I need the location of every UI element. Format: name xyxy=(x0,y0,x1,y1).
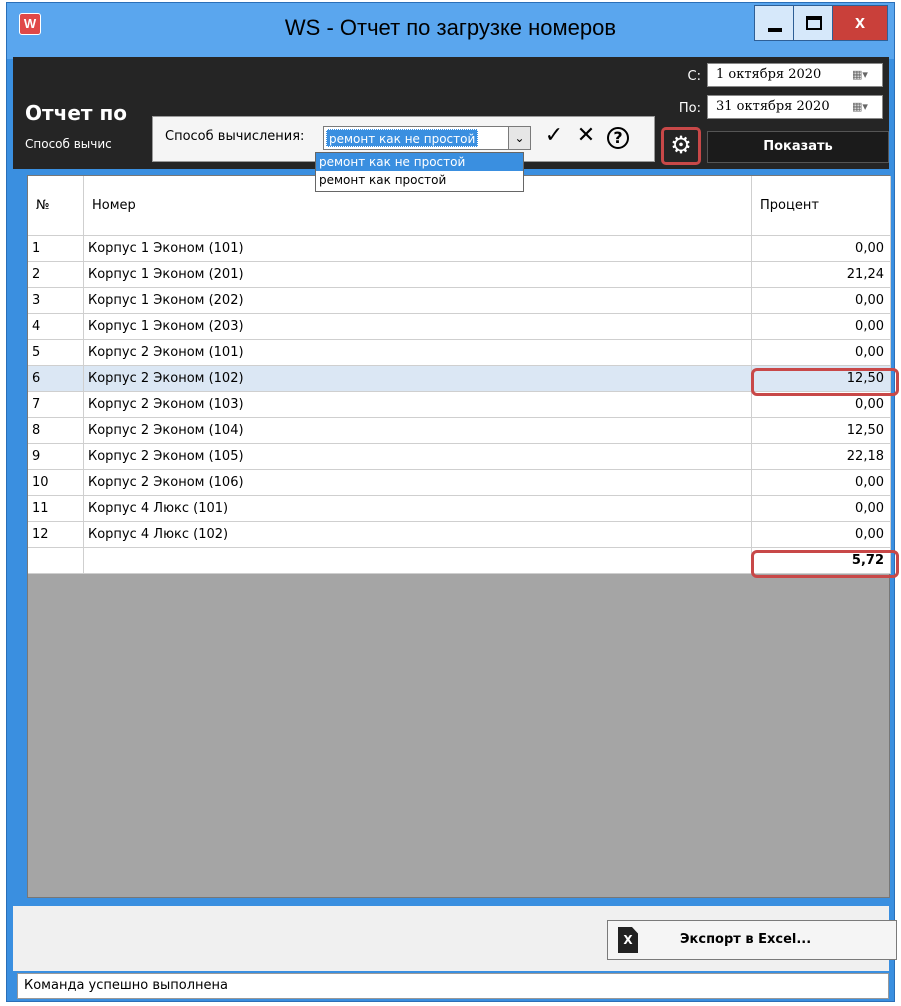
calendar-icon[interactable]: ▦▾ xyxy=(852,67,878,83)
room-name: Корпус 2 Эконом (103) xyxy=(84,392,752,418)
maximize-button[interactable] xyxy=(793,5,833,41)
from-date-label: С: xyxy=(687,69,701,84)
row-number: 6 xyxy=(28,366,84,392)
percent-value: 0,00 xyxy=(752,470,891,496)
room-name: Корпус 2 Эконом (102) xyxy=(84,366,752,392)
help-icon[interactable]: ? xyxy=(607,127,629,149)
calc-method-select[interactable]: ремонт как не простой ⌄ xyxy=(323,126,531,150)
to-date-field[interactable]: 31 октября 2020 ▦▾ xyxy=(707,95,883,119)
percent-value: 0,00 xyxy=(752,522,891,548)
room-name: Корпус 4 Люкс (102) xyxy=(84,522,752,548)
row-number: 8 xyxy=(28,418,84,444)
column-header-number[interactable]: № xyxy=(28,176,84,236)
to-date-label: По: xyxy=(678,101,701,116)
bottom-toolbar: X Экспорт в Excel... xyxy=(13,903,897,971)
percent-value: 12,50 xyxy=(752,418,891,444)
total-label-empty xyxy=(84,548,752,574)
percent-value: 0,00 xyxy=(752,496,891,522)
percent-value: 0,00 xyxy=(752,340,891,366)
table-row[interactable]: 3 Корпус 1 Эконом (202) 0,00 xyxy=(28,288,891,314)
table-row[interactable]: 4 Корпус 1 Эконом (203) 0,00 xyxy=(28,314,891,340)
row-number: 4 xyxy=(28,314,84,340)
row-number: 11 xyxy=(28,496,84,522)
show-button[interactable]: Показать xyxy=(707,131,889,163)
title-bar[interactable]: W WS - Отчет по загрузке номеров x xyxy=(7,3,894,59)
calc-method-label: Способ вычисления: xyxy=(165,129,305,144)
report-table: № Номер Процент 1 Корпус 1 Эконом (101) 0,… xyxy=(27,175,891,898)
export-excel-button[interactable]: X Экспорт в Excel... xyxy=(607,920,897,960)
to-date-value: 31 октября 2020 xyxy=(716,99,830,114)
export-excel-label: Экспорт в Excel... xyxy=(680,932,812,947)
percent-value: 0,00 xyxy=(752,314,891,340)
percent-value: 22,18 xyxy=(752,444,891,470)
calc-method-selected: ремонт как не простой xyxy=(326,129,479,147)
table-row[interactable]: 1 Корпус 1 Эконом (101) 0,00 xyxy=(28,236,891,262)
room-name: Корпус 1 Эконом (101) xyxy=(84,236,752,262)
report-title: Отчет по xyxy=(25,101,128,125)
row-number: 5 xyxy=(28,340,84,366)
cancel-icon[interactable]: ✕ xyxy=(573,123,599,148)
close-button[interactable]: x xyxy=(832,5,888,41)
highlight-frame-row6 xyxy=(751,368,899,396)
row-number: 10 xyxy=(28,470,84,496)
percent-value: 21,24 xyxy=(752,262,891,288)
table-row[interactable]: 10 Корпус 2 Эконом (106) 0,00 xyxy=(28,470,891,496)
settings-gear-button[interactable]: ⚙ xyxy=(661,127,701,165)
from-date-value: 1 октября 2020 xyxy=(716,67,822,82)
room-name: Корпус 2 Эконом (106) xyxy=(84,470,752,496)
table-row[interactable]: 2 Корпус 1 Эконом (201) 21,24 xyxy=(28,262,891,288)
room-name: Корпус 1 Эконом (201) xyxy=(84,262,752,288)
row-number: 3 xyxy=(28,288,84,314)
dropdown-option[interactable]: ремонт как простой xyxy=(316,171,523,189)
table-row[interactable]: 5 Корпус 2 Эконом (101) 0,00 xyxy=(28,340,891,366)
minimize-icon xyxy=(768,28,782,32)
row-number: 2 xyxy=(28,262,84,288)
row-number: 12 xyxy=(28,522,84,548)
row-number: 7 xyxy=(28,392,84,418)
maximize-icon xyxy=(806,16,822,30)
row-number: 1 xyxy=(28,236,84,262)
percent-value: 0,00 xyxy=(752,288,891,314)
room-name: Корпус 2 Эконом (104) xyxy=(84,418,752,444)
column-header-percent[interactable]: Процент xyxy=(752,176,891,236)
minimize-button[interactable] xyxy=(754,5,794,41)
from-date-field[interactable]: 1 октября 2020 ▦▾ xyxy=(707,63,883,87)
table-row[interactable]: 12 Корпус 4 Люкс (102) 0,00 xyxy=(28,522,891,548)
room-name: Корпус 1 Эконом (202) xyxy=(84,288,752,314)
room-name: Корпус 2 Эконом (105) xyxy=(84,444,752,470)
table-row[interactable]: 11 Корпус 4 Люкс (101) 0,00 xyxy=(28,496,891,522)
room-name: Корпус 4 Люкс (101) xyxy=(84,496,752,522)
chevron-down-icon[interactable]: ⌄ xyxy=(508,127,530,149)
total-empty xyxy=(28,548,84,574)
method-label: Способ вычис xyxy=(25,137,112,151)
row-number: 9 xyxy=(28,444,84,470)
gear-icon: ⚙ xyxy=(670,131,692,159)
highlight-frame-total xyxy=(751,550,899,578)
status-bar: Команда успешно выполнена xyxy=(17,973,889,999)
calendar-icon[interactable]: ▦▾ xyxy=(852,99,878,115)
room-name: Корпус 1 Эконом (203) xyxy=(84,314,752,340)
table-row[interactable]: 9 Корпус 2 Эконом (105) 22,18 xyxy=(28,444,891,470)
check-icon[interactable]: ✓ xyxy=(541,123,567,148)
calc-method-dropdown-list[interactable]: ремонт как не простой ремонт как простой xyxy=(315,152,524,192)
dropdown-option[interactable]: ремонт как не простой xyxy=(316,153,523,171)
table-row[interactable]: 8 Корпус 2 Эконом (104) 12,50 xyxy=(28,418,891,444)
percent-value: 0,00 xyxy=(752,236,891,262)
room-name: Корпус 2 Эконом (101) xyxy=(84,340,752,366)
excel-file-icon: X xyxy=(618,927,638,953)
